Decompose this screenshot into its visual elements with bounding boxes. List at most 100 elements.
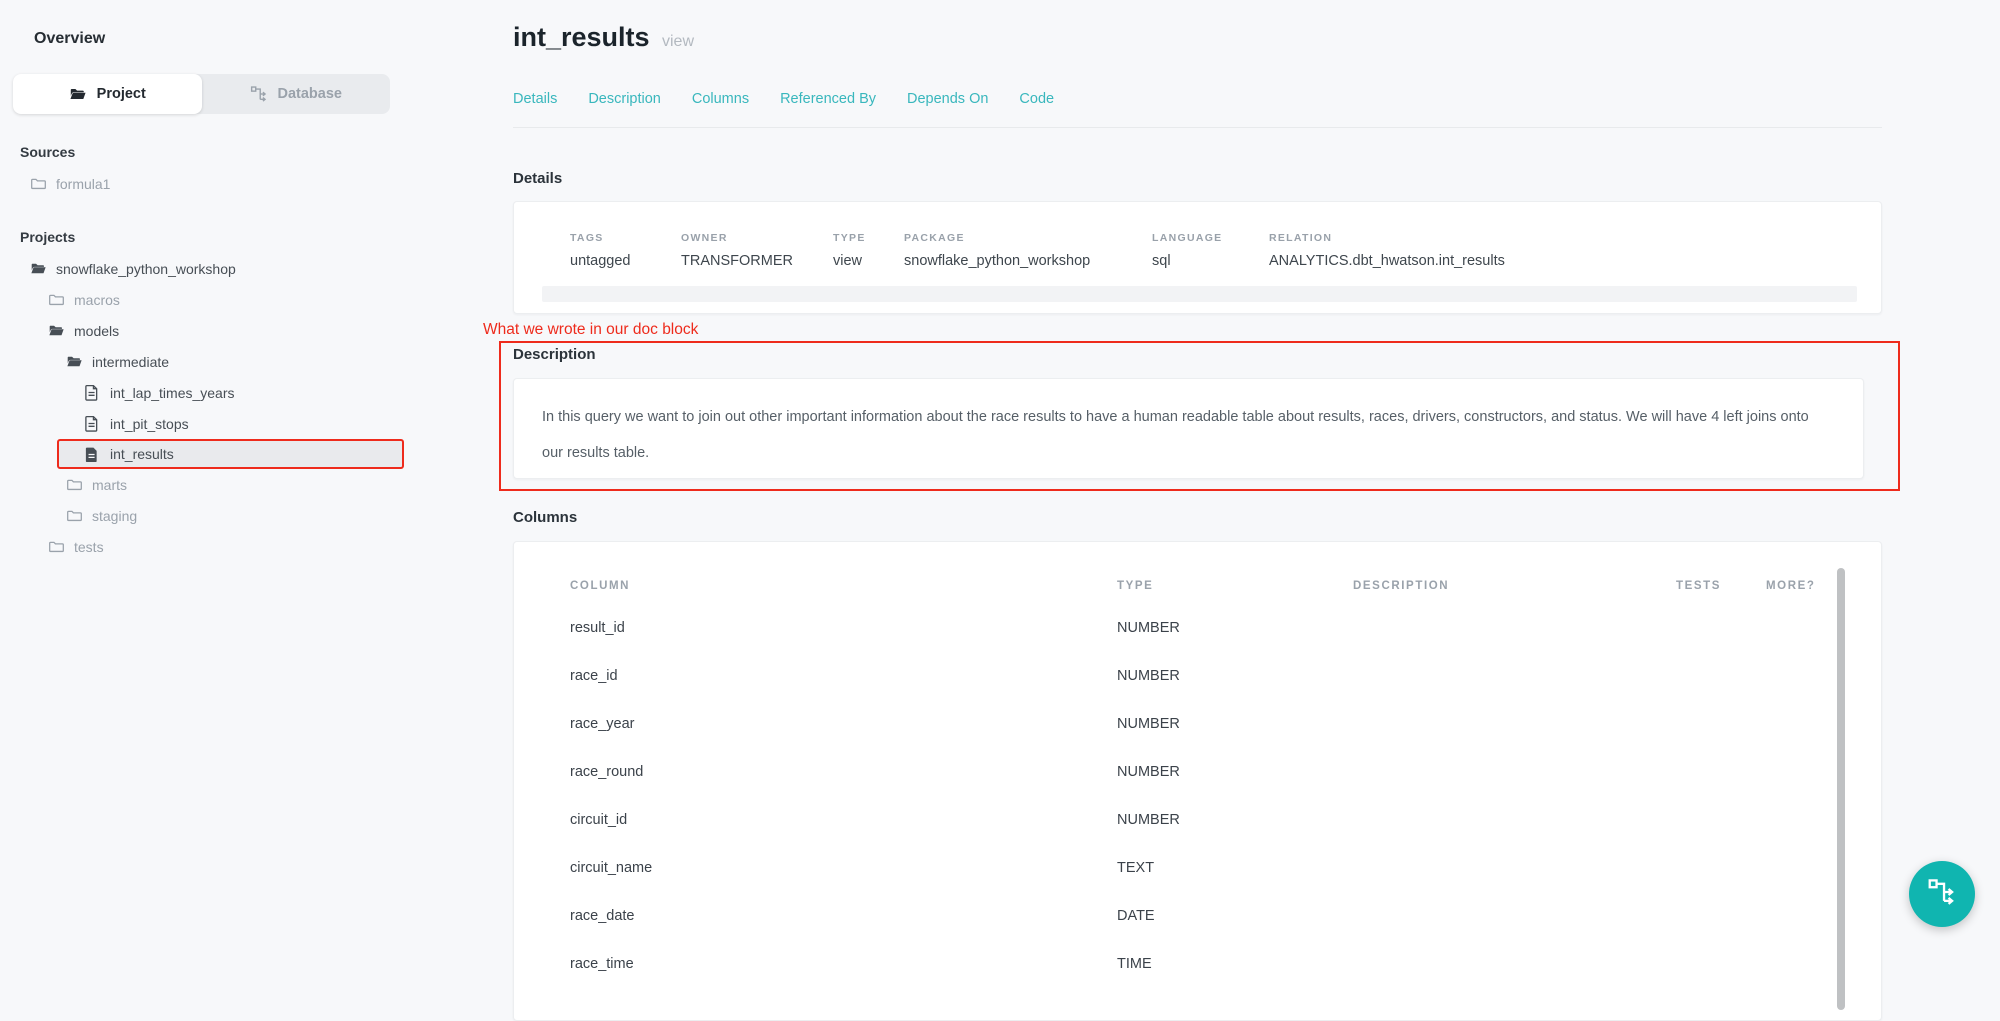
column-row-race-time[interactable]: race_timeTIME: [570, 940, 1881, 988]
tree-item-label: marts: [92, 477, 127, 493]
column-row-result-id[interactable]: result_idNUMBER: [570, 604, 1881, 652]
folder-icon: [48, 538, 65, 555]
view-tab-project[interactable]: Project: [13, 74, 202, 114]
tree-item-label: int_results: [110, 446, 174, 462]
columns-heading: Columns: [513, 509, 1882, 526]
tree-item-label: macros: [74, 292, 120, 308]
tree-item-staging[interactable]: staging: [0, 500, 512, 531]
description-heading: Description: [513, 346, 1882, 363]
tree-item-intermediate[interactable]: intermediate: [0, 346, 512, 377]
doc-filled-icon: [84, 446, 101, 463]
folder-open-icon: [30, 260, 47, 277]
view-tab-label: Database: [278, 86, 342, 102]
detail-field-label: LANGUAGE: [1152, 232, 1269, 244]
tree-item-label: snowflake_python_workshop: [56, 261, 236, 277]
column-name-cell: race_time: [570, 956, 1117, 972]
column-row-circuit-name[interactable]: circuit_nameTEXT: [570, 844, 1881, 892]
detail-field-package: PACKAGEsnowflake_python_workshop: [904, 232, 1152, 269]
nav-tab-depends-on[interactable]: Depends On: [907, 91, 988, 107]
sidebar: Overview ProjectDatabase Sources formula…: [0, 0, 512, 959]
column-header-column: COLUMN: [570, 580, 1117, 592]
column-type-cell: NUMBER: [1117, 716, 1353, 732]
details-card: TAGSuntaggedOWNERTRANSFORMERTYPE viewPACK…: [513, 201, 1882, 314]
column-row-race-round[interactable]: race_roundNUMBER: [570, 748, 1881, 796]
tree-item-int-results[interactable]: int_results: [57, 439, 404, 469]
columns-card: COLUMNTYPEDESCRIPTIONTESTSMORE? result_i…: [513, 541, 1882, 1021]
detail-field-label: TYPE: [833, 232, 904, 244]
column-header-tests: TESTS: [1676, 580, 1766, 592]
nav-tab-description[interactable]: Description: [588, 91, 661, 107]
description-body: In this query we want to join out other …: [542, 409, 1809, 461]
title-row: int_results view: [513, 20, 1882, 59]
nav-tab-columns[interactable]: Columns: [692, 91, 749, 107]
column-type-cell: NUMBER: [1117, 764, 1353, 780]
source-item-label: formula1: [56, 176, 110, 192]
column-name-cell: circuit_name: [570, 860, 1117, 876]
header-divider: [513, 127, 1882, 128]
tree-item-int-pit-stops[interactable]: int_pit_stops: [0, 408, 512, 439]
columns-table-body: result_idNUMBERrace_idNUMBERrace_yearNUM…: [570, 604, 1881, 988]
doc-icon: [84, 415, 101, 432]
view-tab-database[interactable]: Database: [202, 74, 391, 114]
column-row-race-date[interactable]: race_dateDATE: [570, 892, 1881, 940]
tree-item-snowflake-python-workshop[interactable]: snowflake_python_workshop: [0, 253, 512, 284]
description-card: In this query we want to join out other …: [513, 378, 1864, 479]
column-name-cell: result_id: [570, 620, 1117, 636]
source-item-formula1[interactable]: formula1: [0, 168, 512, 199]
folder-open-icon: [48, 322, 65, 339]
detail-field-value: untagged: [570, 253, 681, 269]
column-row-race-id[interactable]: race_idNUMBER: [570, 652, 1881, 700]
column-name-cell: race_date: [570, 908, 1117, 924]
folder-open-icon: [66, 353, 83, 370]
tree-item-macros[interactable]: macros: [0, 284, 512, 315]
doc-icon: [84, 384, 101, 401]
detail-field-value: sql: [1152, 253, 1269, 269]
folder-icon: [30, 175, 47, 192]
column-type-cell: DATE: [1117, 908, 1353, 924]
lineage-graph-button[interactable]: [1909, 861, 1975, 927]
table-scrollbar-thumb[interactable]: [1837, 568, 1845, 1010]
details-footer-strip: [542, 286, 1857, 302]
details-fields: TAGSuntaggedOWNERTRANSFORMERTYPE viewPACK…: [570, 232, 1881, 269]
column-row-circuit-id[interactable]: circuit_idNUMBER: [570, 796, 1881, 844]
folder-icon: [66, 507, 83, 524]
tree-item-marts[interactable]: marts: [0, 469, 512, 500]
tree-item-models[interactable]: models: [0, 315, 512, 346]
column-type-cell: NUMBER: [1117, 668, 1353, 684]
nav-tab-referenced-by[interactable]: Referenced By: [780, 91, 876, 107]
tree-item-int-lap-times-years[interactable]: int_lap_times_years: [0, 377, 512, 408]
projects-header: Projects: [20, 229, 512, 245]
materialization-badge: view: [662, 33, 694, 50]
column-name-cell: race_year: [570, 716, 1117, 732]
detail-field-value: view: [833, 253, 904, 269]
detail-field-owner: OWNERTRANSFORMER: [681, 232, 833, 269]
column-type-cell: NUMBER: [1117, 812, 1353, 828]
column-row-race-year[interactable]: race_yearNUMBER: [570, 700, 1881, 748]
column-header-description: DESCRIPTION: [1353, 580, 1676, 592]
page-title: int_results: [513, 22, 650, 52]
column-name-cell: race_id: [570, 668, 1117, 684]
detail-field-relation: RELATIONANALYTICS.dbt_hwatson.int_result…: [1269, 232, 1881, 269]
tree-item-label: intermediate: [92, 354, 169, 370]
column-name-cell: race_round: [570, 764, 1117, 780]
tree-item-label: models: [74, 323, 119, 339]
detail-field-tags: TAGSuntagged: [570, 232, 681, 269]
tree-item-label: int_pit_stops: [110, 416, 189, 432]
overview-heading: Overview: [34, 30, 512, 48]
project-database-switcher: Project Database: [13, 74, 390, 114]
column-header-more: MORE?: [1766, 580, 1881, 592]
annotation-red-box: Description In this query we want to joi…: [499, 341, 1900, 491]
column-name-cell: circuit_id: [570, 812, 1117, 828]
tree-icon: [250, 85, 268, 103]
detail-field-language: LANGUAGE sql: [1152, 232, 1269, 269]
column-type-cell: TEXT: [1117, 860, 1353, 876]
lineage-icon: [1927, 877, 1957, 912]
tree-item-label: tests: [74, 539, 104, 555]
folder-icon: [66, 476, 83, 493]
tree-item-tests[interactable]: tests: [0, 531, 512, 562]
detail-field-value: ANALYTICS.dbt_hwatson.int_results: [1269, 253, 1881, 269]
detail-field-type: TYPE view: [833, 232, 904, 269]
nav-tab-code[interactable]: Code: [1019, 91, 1054, 107]
nav-tab-details[interactable]: Details: [513, 91, 557, 107]
tree-item-label: int_lap_times_years: [110, 385, 235, 401]
